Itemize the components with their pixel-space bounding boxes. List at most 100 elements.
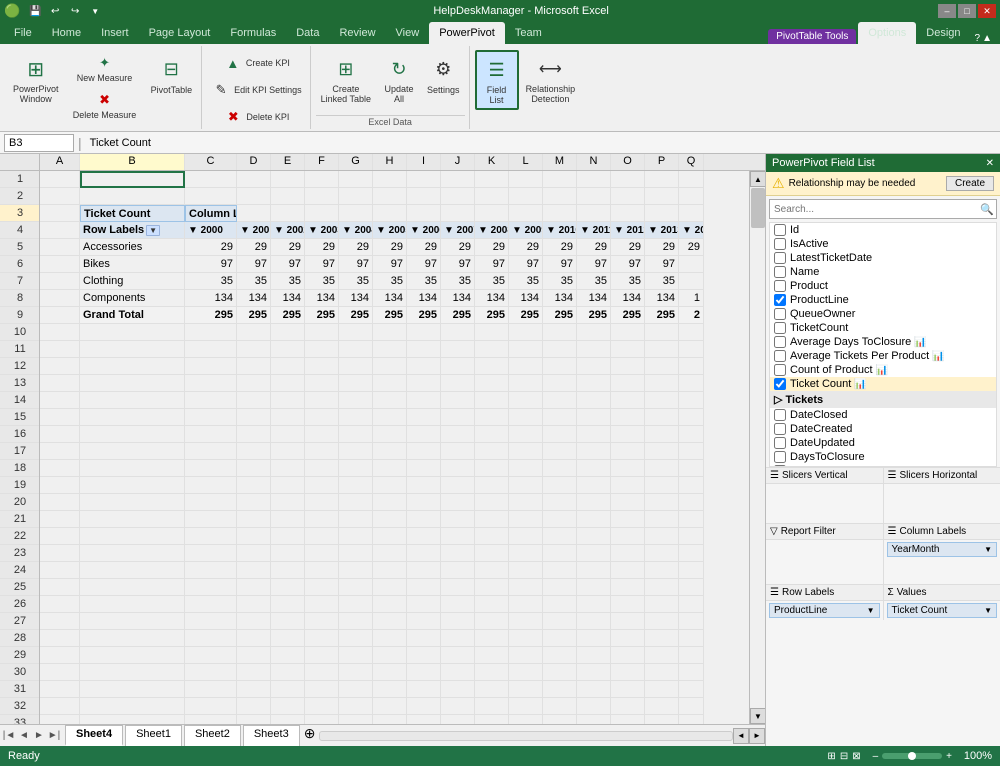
relationship-detection-btn[interactable]: ⟷ RelationshipDetection bbox=[521, 50, 581, 108]
cell-o26[interactable] bbox=[611, 596, 645, 613]
values-item-ticketcount[interactable]: Ticket Count ▼ bbox=[887, 603, 998, 618]
column-labels-item-yearmonth[interactable]: YearMonth ▼ bbox=[887, 542, 998, 557]
cell-b15[interactable] bbox=[80, 409, 185, 426]
cell-h18[interactable] bbox=[373, 460, 407, 477]
cell-m31[interactable] bbox=[543, 681, 577, 698]
cell-n22[interactable] bbox=[577, 528, 611, 545]
cell-i14[interactable] bbox=[407, 392, 441, 409]
cell-d21[interactable] bbox=[237, 511, 271, 528]
cell-g14[interactable] bbox=[339, 392, 373, 409]
cell-h27[interactable] bbox=[373, 613, 407, 630]
cell-c30[interactable] bbox=[185, 664, 237, 681]
cell-k10[interactable] bbox=[475, 324, 509, 341]
cell-a9[interactable] bbox=[40, 307, 80, 324]
cell-h30[interactable] bbox=[373, 664, 407, 681]
cell-d14[interactable] bbox=[237, 392, 271, 409]
cell-n32[interactable] bbox=[577, 698, 611, 715]
cell-h33[interactable] bbox=[373, 715, 407, 724]
cell-p7[interactable]: 35 bbox=[645, 273, 679, 290]
cell-j17[interactable] bbox=[441, 443, 475, 460]
cell-k18[interactable] bbox=[475, 460, 509, 477]
col-header-a[interactable]: A bbox=[40, 154, 80, 170]
cell-q12[interactable] bbox=[679, 358, 704, 375]
cell-f18[interactable] bbox=[305, 460, 339, 477]
cell-m5[interactable]: 29 bbox=[543, 239, 577, 256]
cell-n10[interactable] bbox=[577, 324, 611, 341]
undo-quick-btn[interactable]: ↩ bbox=[46, 2, 64, 20]
cell-m6[interactable]: 97 bbox=[543, 256, 577, 273]
cell-m23[interactable] bbox=[543, 545, 577, 562]
cell-l3[interactable] bbox=[509, 205, 543, 222]
minimize-btn[interactable]: – bbox=[938, 4, 956, 18]
cell-j23[interactable] bbox=[441, 545, 475, 562]
cell-n21[interactable] bbox=[577, 511, 611, 528]
cell-a10[interactable] bbox=[40, 324, 80, 341]
cell-j16[interactable] bbox=[441, 426, 475, 443]
cell-c32[interactable] bbox=[185, 698, 237, 715]
update-all-btn[interactable]: ↻ UpdateAll bbox=[378, 50, 420, 108]
cell-c4[interactable]: ▼ 2000 bbox=[185, 222, 237, 239]
cell-d4[interactable]: ▼ 2001 bbox=[237, 222, 271, 239]
cell-i19[interactable] bbox=[407, 477, 441, 494]
minimize-ribbon-icon[interactable]: ▲ bbox=[982, 33, 992, 44]
cell-n9[interactable]: 295 bbox=[577, 307, 611, 324]
cell-n23[interactable] bbox=[577, 545, 611, 562]
cell-m8[interactable]: 134 bbox=[543, 290, 577, 307]
cell-c27[interactable] bbox=[185, 613, 237, 630]
cell-g19[interactable] bbox=[339, 477, 373, 494]
cell-j29[interactable] bbox=[441, 647, 475, 664]
field-checkbox-avgdays[interactable] bbox=[774, 336, 786, 348]
cell-f4[interactable]: ▼ 2003 bbox=[305, 222, 339, 239]
cell-i33[interactable] bbox=[407, 715, 441, 724]
column-labels-dropdown-icon[interactable]: ▼ bbox=[984, 545, 992, 554]
cell-j31[interactable] bbox=[441, 681, 475, 698]
cell-b19[interactable] bbox=[80, 477, 185, 494]
tab-insert[interactable]: Insert bbox=[91, 22, 139, 44]
cell-j14[interactable] bbox=[441, 392, 475, 409]
cell-e13[interactable] bbox=[271, 375, 305, 392]
cell-a27[interactable] bbox=[40, 613, 80, 630]
cell-b8[interactable]: Components bbox=[80, 290, 185, 307]
cell-f25[interactable] bbox=[305, 579, 339, 596]
cell-d12[interactable] bbox=[237, 358, 271, 375]
measure-settings-btn[interactable]: ⚙ Measure Settings bbox=[66, 124, 144, 132]
cell-k2[interactable] bbox=[475, 188, 509, 205]
field-checkbox-datecreated[interactable] bbox=[774, 423, 786, 435]
cell-f10[interactable] bbox=[305, 324, 339, 341]
cell-e22[interactable] bbox=[271, 528, 305, 545]
cell-j9[interactable]: 295 bbox=[441, 307, 475, 324]
cell-f12[interactable] bbox=[305, 358, 339, 375]
cell-e14[interactable] bbox=[271, 392, 305, 409]
cell-n4[interactable]: ▼ 2011 bbox=[577, 222, 611, 239]
cell-o4[interactable]: ▼ 2012 bbox=[611, 222, 645, 239]
cell-q3[interactable] bbox=[679, 205, 704, 222]
cell-h9[interactable]: 295 bbox=[373, 307, 407, 324]
zoom-minus-icon[interactable]: – bbox=[873, 751, 879, 762]
cell-e28[interactable] bbox=[271, 630, 305, 647]
cell-n30[interactable] bbox=[577, 664, 611, 681]
cell-k11[interactable] bbox=[475, 341, 509, 358]
cell-c23[interactable] bbox=[185, 545, 237, 562]
cell-d5[interactable]: 29 bbox=[237, 239, 271, 256]
sheet-tab-sheet1[interactable]: Sheet1 bbox=[125, 725, 182, 746]
cell-c6[interactable]: 97 bbox=[185, 256, 237, 273]
row-num-13[interactable]: 13 bbox=[0, 375, 40, 392]
settings-btn[interactable]: ⚙ Settings bbox=[422, 50, 465, 98]
cell-i27[interactable] bbox=[407, 613, 441, 630]
cell-k20[interactable] bbox=[475, 494, 509, 511]
cell-c11[interactable] bbox=[185, 341, 237, 358]
sheet-tab-sheet2[interactable]: Sheet2 bbox=[184, 725, 241, 746]
cell-m25[interactable] bbox=[543, 579, 577, 596]
row-num-30[interactable]: 30 bbox=[0, 664, 40, 681]
cell-g10[interactable] bbox=[339, 324, 373, 341]
cell-n24[interactable] bbox=[577, 562, 611, 579]
cell-q19[interactable] bbox=[679, 477, 704, 494]
cell-c9[interactable]: 295 bbox=[185, 307, 237, 324]
cell-l18[interactable] bbox=[509, 460, 543, 477]
cell-i29[interactable] bbox=[407, 647, 441, 664]
cell-l21[interactable] bbox=[509, 511, 543, 528]
cell-f9[interactable]: 295 bbox=[305, 307, 339, 324]
cell-g31[interactable] bbox=[339, 681, 373, 698]
row-num-24[interactable]: 24 bbox=[0, 562, 40, 579]
cell-e11[interactable] bbox=[271, 341, 305, 358]
